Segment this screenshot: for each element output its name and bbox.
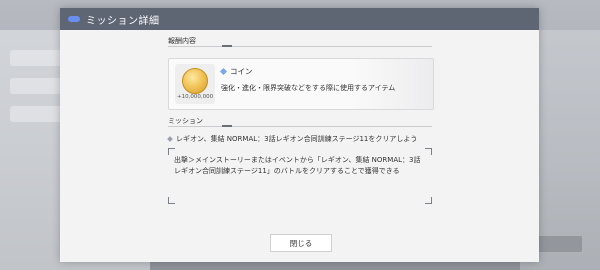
reward-item-name: コイン [230, 67, 253, 76]
dialog-title: ミッション詳細 [86, 15, 160, 27]
section-tick [222, 45, 232, 47]
mission-detail-dialog: ミッション詳細 報酬内容 +10,000,000 コイン 強化・進化・限界突破な… [60, 8, 539, 262]
reward-item-name-row: コイン [219, 66, 253, 77]
mission-section-label: ミッション [168, 117, 203, 125]
reward-item-slot: +10,000,000 [175, 64, 215, 104]
reward-section-label: 報酬内容 [168, 37, 196, 45]
section-tick [222, 125, 232, 127]
gold-coin-icon [182, 68, 208, 94]
background-button [536, 236, 582, 252]
reward-amount: +10,000,000 [177, 94, 214, 100]
header-pill-icon [68, 16, 80, 22]
reward-card: +10,000,000 コイン 強化・進化・限界突破などをする際に使用するアイテ… [168, 58, 434, 110]
close-button[interactable]: 閉じる [270, 234, 332, 252]
section-divider [168, 126, 432, 127]
diamond-bullet-icon [219, 67, 228, 76]
mission-title: レギオン、集結 NORMAL：3話レギオン合同訓練ステージ11をクリアしよう [176, 135, 418, 143]
reward-item-description: 強化・進化・限界突破などをする際に使用するアイテム [221, 84, 396, 92]
diamond-bullet-icon [167, 136, 173, 142]
dialog-header: ミッション詳細 [60, 8, 539, 30]
mission-detail-text: 出撃＞メインストーリーまたはイベントから「レギオン、集結 NORMAL：3話レギ… [174, 156, 421, 175]
mission-detail-box: 出撃＞メインストーリーまたはイベントから「レギオン、集結 NORMAL：3話レギ… [168, 148, 432, 204]
mission-title-row: レギオン、集結 NORMAL：3話レギオン合同訓練ステージ11をクリアしよう [167, 134, 418, 144]
section-divider [168, 46, 432, 47]
